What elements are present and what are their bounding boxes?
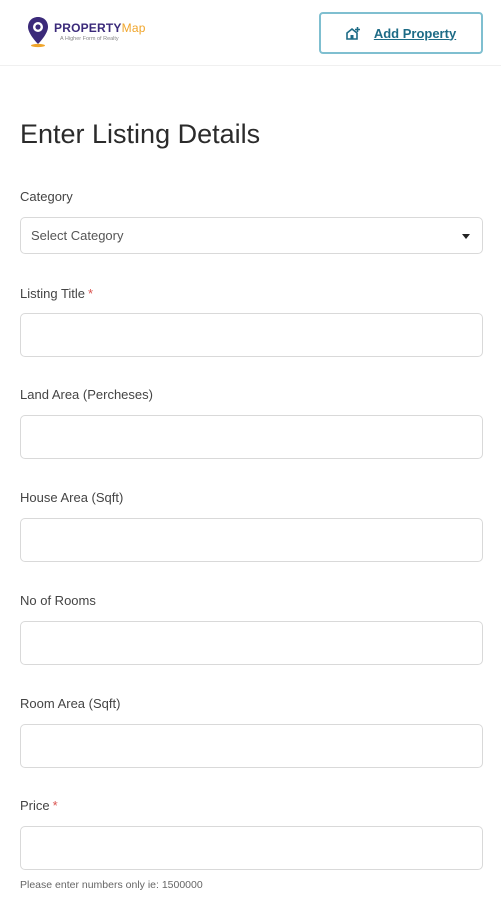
location-pin-icon [28, 17, 48, 48]
caret-down-icon [462, 234, 470, 239]
room-area-input[interactable] [20, 724, 483, 768]
category-placeholder: Select Category [31, 228, 124, 243]
add-property-label: Add Property [373, 25, 457, 41]
land-area-input[interactable] [20, 415, 483, 459]
price-label: Price * [20, 798, 58, 813]
category-select[interactable]: Select Category [20, 217, 483, 254]
price-help-text: Please enter numbers only ie: 1500000 [20, 879, 203, 891]
listing-title-label: Listing Title * [20, 286, 93, 301]
logo-tagline: A Higher Form of Realty [60, 35, 119, 42]
required-marker: * [88, 286, 94, 301]
add-property-icon [346, 27, 360, 40]
house-area-input[interactable] [20, 518, 483, 562]
rooms-input[interactable] [20, 621, 483, 665]
land-area-label: Land Area (Percheses) [20, 387, 153, 402]
price-label-text: Price [20, 798, 50, 813]
category-label: Category [20, 189, 73, 204]
page-title: Enter Listing Details [20, 119, 261, 149]
logo-wordmark: PROPERTYMap A Higher Form of Realty [54, 20, 146, 43]
logo-main-text: PROPERTY [54, 20, 122, 35]
price-input[interactable] [20, 826, 483, 870]
listing-title-label-text: Listing Title [20, 286, 86, 301]
rooms-label: No of Rooms [20, 593, 96, 608]
add-property-button[interactable]: Add Property [319, 12, 483, 54]
logo-accent-text: Map [121, 20, 146, 35]
room-area-label: Room Area (Sqft) [20, 696, 121, 711]
required-marker: * [52, 798, 58, 813]
header: PROPERTYMap A Higher Form of Realty Add … [0, 0, 501, 66]
logo[interactable]: PROPERTYMap A Higher Form of Realty [26, 12, 146, 52]
house-area-label: House Area (Sqft) [20, 490, 124, 505]
listing-title-input[interactable] [20, 313, 483, 357]
